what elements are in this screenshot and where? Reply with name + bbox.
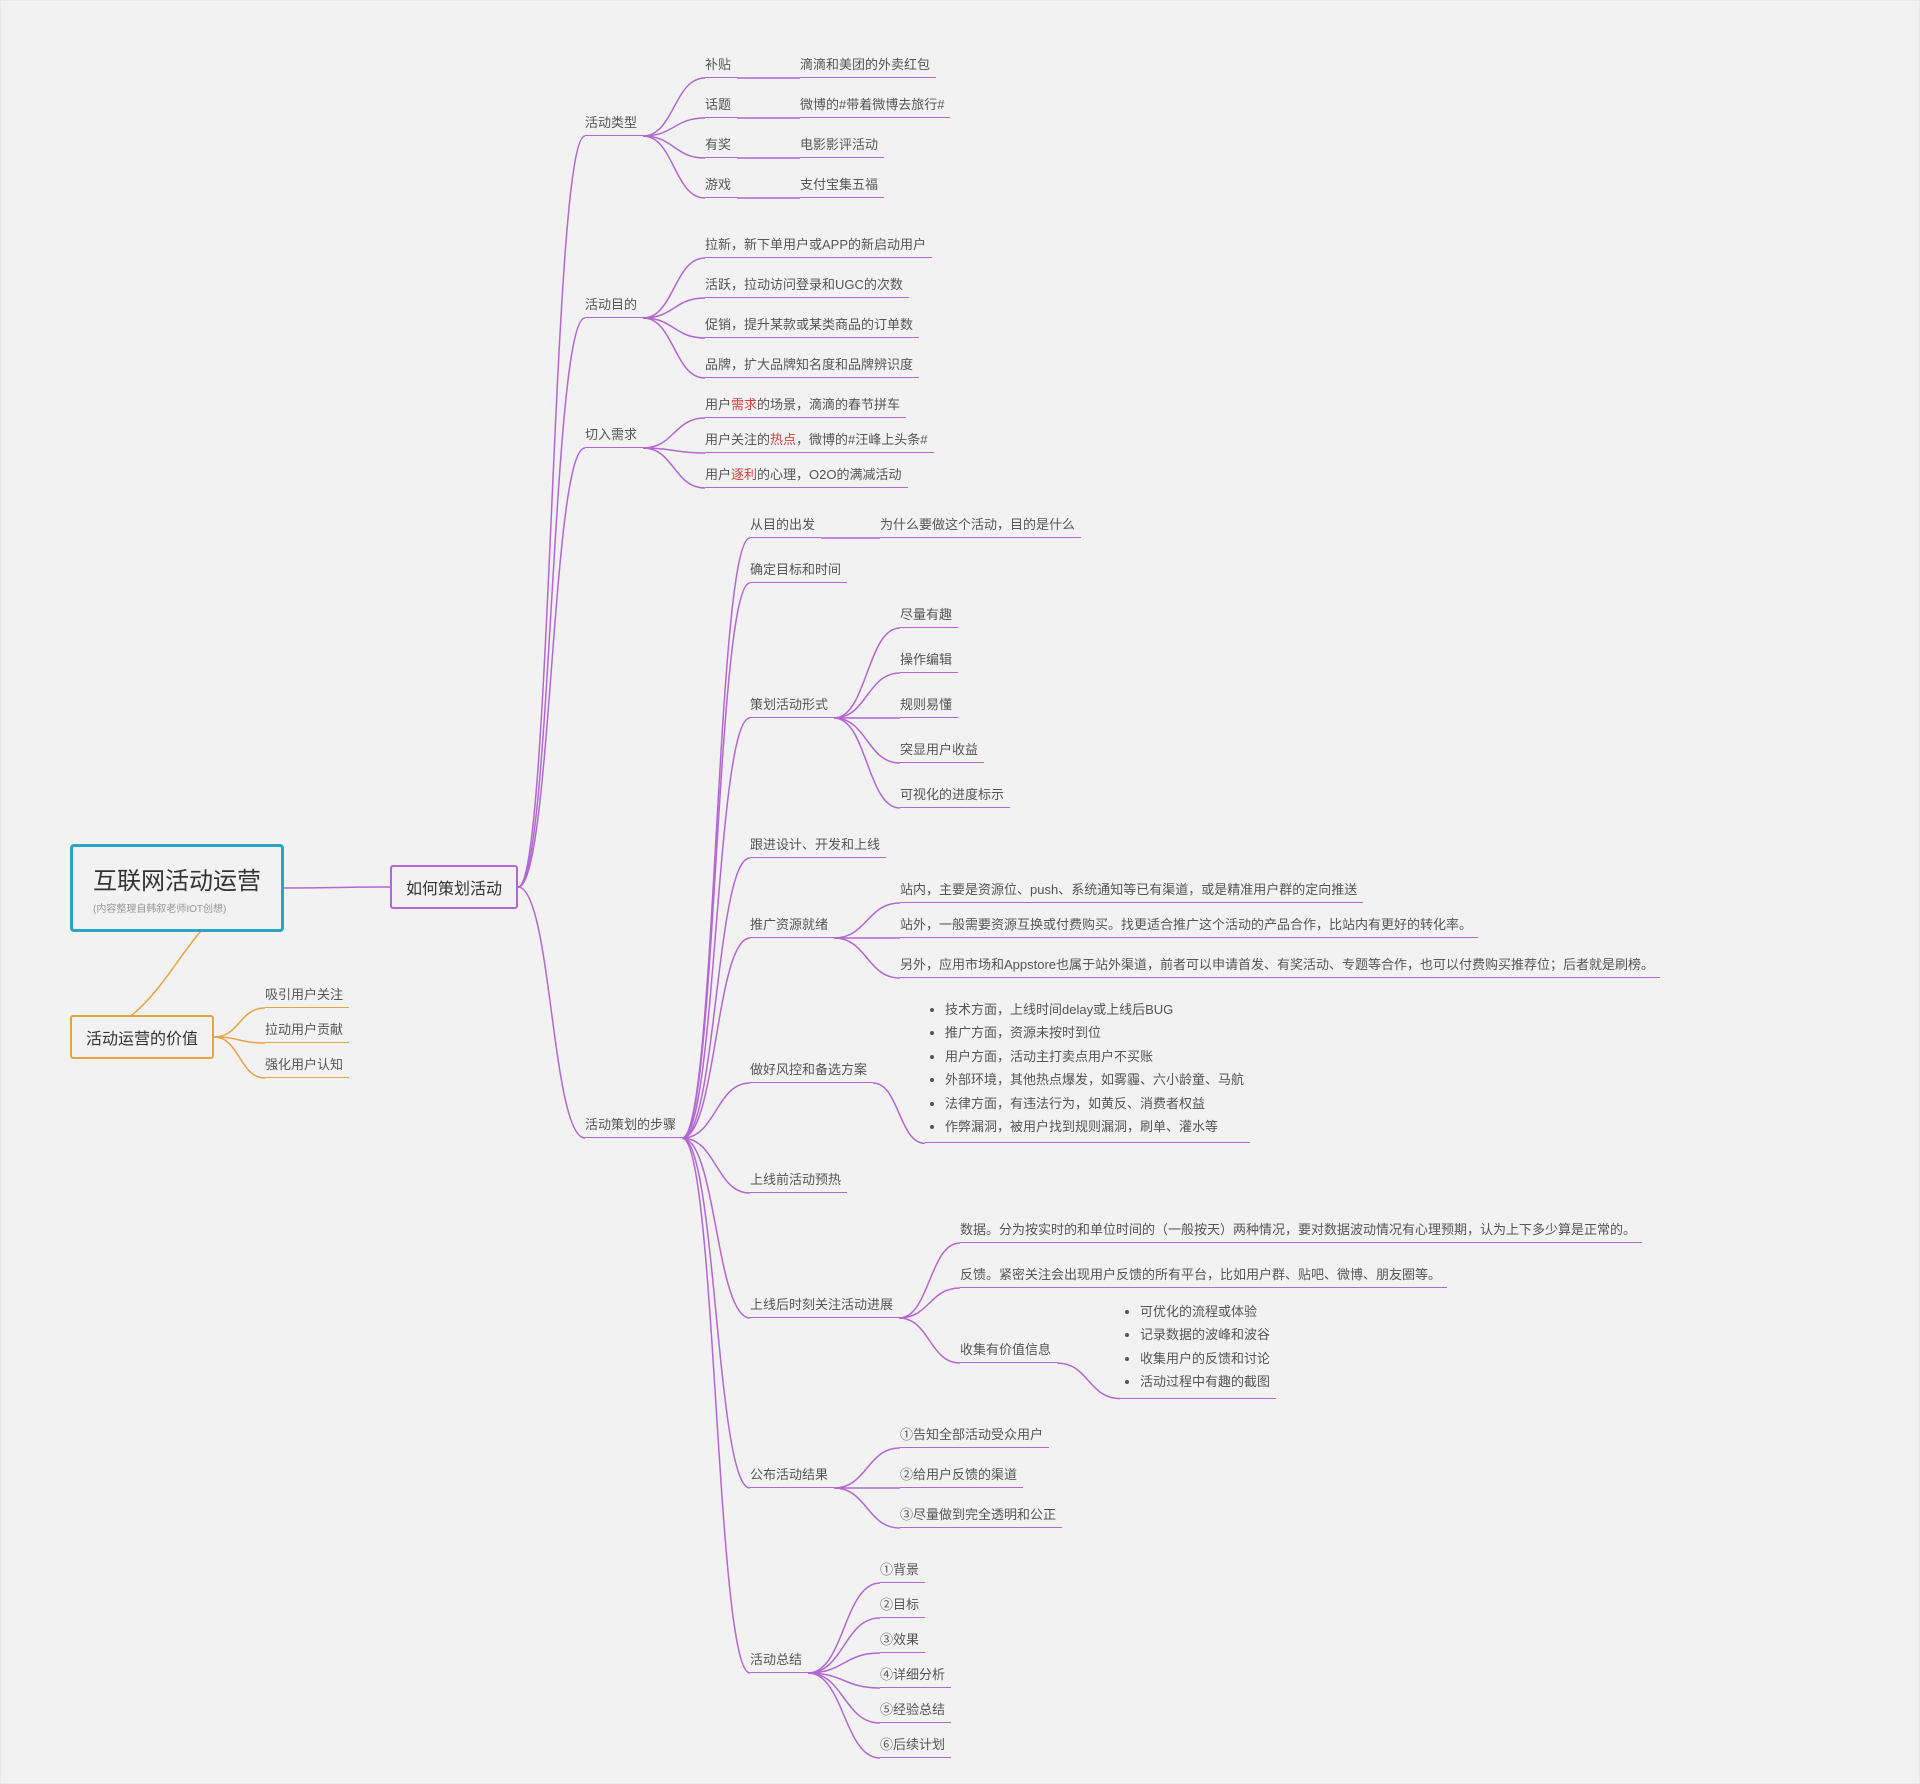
node-how-label: 如何策划活动 bbox=[406, 881, 502, 898]
node-summary-1[interactable]: ②目标 bbox=[880, 1590, 925, 1618]
node-step-promo[interactable]: 推广资源就绪 bbox=[750, 910, 834, 938]
node-monitor-1[interactable]: 反馈。紧密关注会出现用户反馈的所有平台，比如用户群、贴吧、微博、朋友圈等。 bbox=[960, 1260, 1447, 1288]
node-type[interactable]: 活动类型 bbox=[585, 108, 643, 136]
node-promo-2[interactable]: 另外，应用市场和Appstore也属于站外渠道，前者可以申请首发、有奖活动、专题… bbox=[900, 950, 1660, 978]
node-form-2[interactable]: 规则易懂 bbox=[900, 690, 958, 718]
node-type-3-key[interactable]: 游戏 bbox=[705, 170, 737, 198]
node-announce-1[interactable]: ②给用户反馈的渠道 bbox=[900, 1460, 1023, 1488]
node-value-item-0[interactable]: 吸引用户关注 bbox=[265, 980, 349, 1008]
node-value-item-2[interactable]: 强化用户认知 bbox=[265, 1050, 349, 1078]
node-step-monitor[interactable]: 上线后时刻关注活动进展 bbox=[750, 1290, 899, 1318]
mindmap-canvas: 互联网活动运营 (内容整理自韩叙老师IOT创想) 如何策划活动 活动运营的价值 … bbox=[0, 0, 1920, 1784]
node-form-4[interactable]: 可视化的进度标示 bbox=[900, 780, 1010, 808]
node-value-label: 活动运营的价值 bbox=[86, 1031, 198, 1048]
node-form-1[interactable]: 操作编辑 bbox=[900, 645, 958, 673]
root-node[interactable]: 互联网活动运营 (内容整理自韩叙老师IOT创想) bbox=[70, 844, 284, 932]
node-purpose-0[interactable]: 拉新，新下单用户或APP的新启动用户 bbox=[705, 230, 932, 258]
node-type-0-val[interactable]: 滴滴和美团的外卖红包 bbox=[800, 50, 936, 78]
node-promo-1[interactable]: 站外，一般需要资源互换或付费购买。找更适合推广这个活动的产品合作，比站内有更好的… bbox=[900, 910, 1478, 938]
collect-bullet-list: 可优化的流程或体验 记录数据的波峰和波谷 收集用户的反馈和讨论 活动过程中有趣的… bbox=[1120, 1300, 1276, 1399]
node-purpose[interactable]: 活动目的 bbox=[585, 290, 643, 318]
node-promo-0[interactable]: 站内，主要是资源位、push、系统通知等已有渠道，或是精准用户群的定向推送 bbox=[900, 875, 1363, 903]
node-summary-3[interactable]: ④详细分析 bbox=[880, 1660, 951, 1688]
node-summary-2[interactable]: ③效果 bbox=[880, 1625, 925, 1653]
node-needs-0[interactable]: 用户需求的场景，滴滴的春节拼车 bbox=[705, 390, 906, 418]
node-form-3[interactable]: 突显用户收益 bbox=[900, 735, 984, 763]
root-subtitle: (内容整理自韩叙老师IOT创想) bbox=[93, 900, 261, 915]
node-step-target[interactable]: 确定目标和时间 bbox=[750, 555, 847, 583]
node-purpose-2[interactable]: 促销，提升某款或某类商品的订单数 bbox=[705, 310, 919, 338]
node-needs[interactable]: 切入需求 bbox=[585, 420, 643, 448]
node-purpose-1[interactable]: 活跃，拉动访问登录和UGC的次数 bbox=[705, 270, 909, 298]
risk-bullet-list: 技术方面，上线时间delay或上线后BUG 推广方面，资源未按时到位 用户方面，… bbox=[925, 998, 1250, 1143]
node-value[interactable]: 活动运营的价值 bbox=[70, 1015, 214, 1059]
node-step-announce[interactable]: 公布活动结果 bbox=[750, 1460, 834, 1488]
node-step-goal[interactable]: 从目的出发 bbox=[750, 510, 821, 538]
node-type-1-key[interactable]: 话题 bbox=[705, 90, 737, 118]
node-summary-5[interactable]: ⑥后续计划 bbox=[880, 1730, 951, 1758]
node-step-risk[interactable]: 做好风控和备选方案 bbox=[750, 1055, 873, 1083]
node-risk-bullets[interactable]: 技术方面，上线时间delay或上线后BUG 推广方面，资源未按时到位 用户方面，… bbox=[925, 998, 1250, 1143]
node-needs-2[interactable]: 用户逐利的心理，O2O的满减活动 bbox=[705, 460, 908, 488]
node-step-goal-desc[interactable]: 为什么要做这个活动，目的是什么 bbox=[880, 510, 1081, 538]
node-summary-4[interactable]: ⑤经验总结 bbox=[880, 1695, 951, 1723]
node-step-preheat[interactable]: 上线前活动预热 bbox=[750, 1165, 847, 1193]
node-monitor-0[interactable]: 数据。分为按实时的和单位时间的（一般按天）两种情况，要对数据波动情况有心理预期，… bbox=[960, 1215, 1642, 1243]
node-needs-1[interactable]: 用户关注的热点，微博的#汪峰上头条# bbox=[705, 425, 934, 453]
node-step-dev[interactable]: 跟进设计、开发和上线 bbox=[750, 830, 886, 858]
node-type-2-key[interactable]: 有奖 bbox=[705, 130, 737, 158]
node-collect[interactable]: 收集有价值信息 bbox=[960, 1335, 1057, 1363]
root-title: 互联网活动运营 bbox=[93, 861, 261, 896]
node-type-3-val[interactable]: 支付宝集五福 bbox=[800, 170, 884, 198]
node-step-form[interactable]: 策划活动形式 bbox=[750, 690, 834, 718]
node-how[interactable]: 如何策划活动 bbox=[390, 865, 518, 909]
node-steps[interactable]: 活动策划的步骤 bbox=[585, 1110, 682, 1138]
node-step-summary[interactable]: 活动总结 bbox=[750, 1645, 808, 1673]
node-type-1-val[interactable]: 微博的#带着微博去旅行# bbox=[800, 90, 950, 118]
node-announce-2[interactable]: ③尽量做到完全透明和公正 bbox=[900, 1500, 1062, 1528]
node-announce-0[interactable]: ①告知全部活动受众用户 bbox=[900, 1420, 1049, 1448]
node-type-2-val[interactable]: 电影影评活动 bbox=[800, 130, 884, 158]
node-summary-0[interactable]: ①背景 bbox=[880, 1555, 925, 1583]
node-type-0-key[interactable]: 补贴 bbox=[705, 50, 737, 78]
node-value-item-1[interactable]: 拉动用户贡献 bbox=[265, 1015, 349, 1043]
node-form-0[interactable]: 尽量有趣 bbox=[900, 600, 958, 628]
node-purpose-3[interactable]: 品牌，扩大品牌知名度和品牌辨识度 bbox=[705, 350, 919, 378]
node-collect-bullets[interactable]: 可优化的流程或体验 记录数据的波峰和波谷 收集用户的反馈和讨论 活动过程中有趣的… bbox=[1120, 1300, 1276, 1399]
